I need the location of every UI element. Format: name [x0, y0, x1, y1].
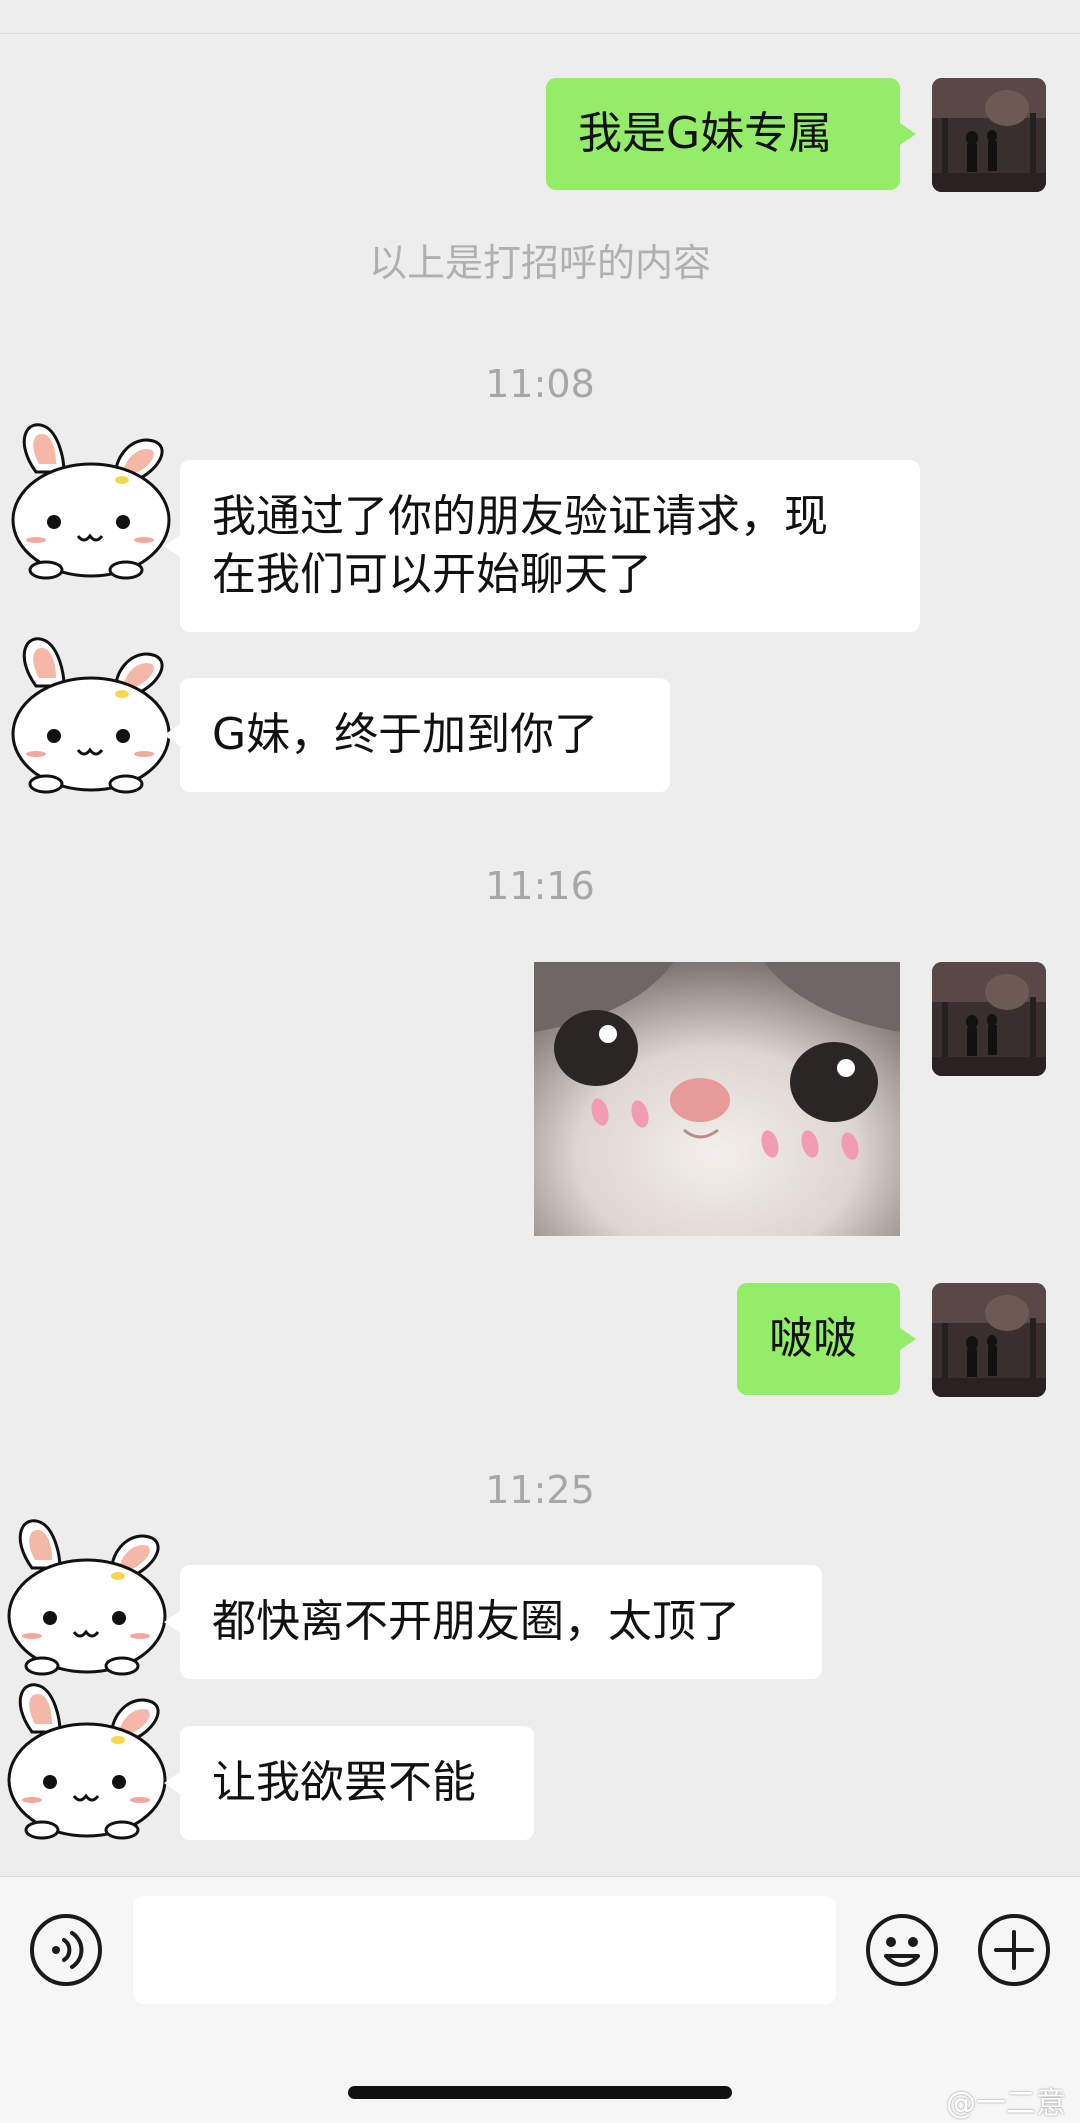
bunny-avatar-icon [7, 1519, 167, 1676]
bunny-avatar-icon [7, 1683, 167, 1840]
sticker-image[interactable] [534, 962, 900, 1236]
avatar-photo-icon [932, 78, 1046, 192]
add-button[interactable] [976, 1912, 1052, 1992]
greeting-note: 以上是打招呼的内容 [368, 241, 711, 285]
message-text: 啵啵 [769, 1313, 857, 1364]
bunny-avatar-icon [11, 637, 171, 794]
message-bubble-received[interactable]: G妹，终于加到你了 [164, 678, 670, 792]
contact-avatar[interactable] [6, 626, 176, 796]
avatar-photo-icon [932, 962, 1046, 1076]
message-text: 我是G妹专属 [578, 108, 833, 159]
message-text: 让我欲罢不能 [212, 1757, 476, 1808]
message-text-line: 我通过了你的朋友验证请求，现 [212, 491, 828, 542]
cat-sticker-icon [534, 962, 900, 1236]
contact-avatar[interactable] [2, 1672, 172, 1842]
my-avatar[interactable] [932, 78, 1046, 192]
message-text: 都快离不开朋友圈，太顶了 [212, 1596, 740, 1647]
my-avatar[interactable] [932, 1283, 1046, 1397]
watermark: @一二意 [946, 2086, 1066, 2121]
contact-avatar[interactable] [6, 412, 176, 582]
contact-avatar[interactable] [2, 1508, 172, 1678]
voice-icon [30, 1914, 102, 1986]
message-bubble-received[interactable]: 我通过了你的朋友验证请求，现 在我们可以开始聊天了 [164, 460, 920, 632]
timestamp: 11:08 [485, 362, 595, 406]
home-indicator[interactable] [348, 2086, 732, 2099]
my-avatar[interactable] [932, 962, 1046, 1076]
emoji-button[interactable] [864, 1912, 940, 1992]
message-bubble-sent[interactable]: 啵啵 [737, 1283, 916, 1395]
timestamp: 11:16 [485, 864, 595, 908]
message-text: G妹，终于加到你了 [212, 709, 599, 760]
avatar-photo-icon [932, 1283, 1046, 1397]
message-bubble-received[interactable]: 让我欲罢不能 [164, 1726, 534, 1840]
message-bubble-sent[interactable]: 我是G妹专属 [546, 78, 916, 190]
plus-icon [978, 1914, 1050, 1986]
message-input[interactable] [133, 1896, 836, 2004]
emoji-icon [866, 1914, 938, 1986]
voice-button[interactable] [28, 1912, 104, 1992]
bunny-avatar-icon [11, 423, 171, 580]
timestamp: 11:25 [485, 1468, 595, 1512]
message-bubble-received[interactable]: 都快离不开朋友圈，太顶了 [164, 1565, 822, 1679]
top-divider [0, 33, 1080, 34]
message-text-line: 在我们可以开始聊天了 [212, 549, 652, 600]
